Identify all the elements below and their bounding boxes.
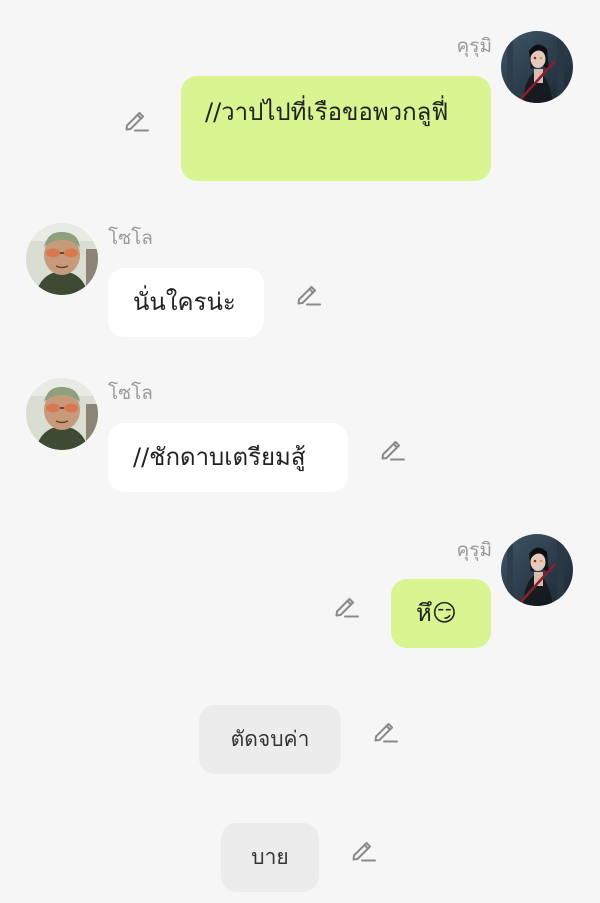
pencil-edit-icon[interactable] (122, 106, 150, 134)
sender-name: คุรุมิ (456, 539, 492, 561)
zoro-avatar-icon[interactable] (26, 378, 98, 450)
pencil-edit-icon[interactable] (332, 592, 360, 620)
sender-name: โซโล (108, 227, 153, 249)
message-bubble[interactable]: //วาปไปที่เรือขอพวกลูฟี่ (181, 76, 491, 181)
pencil-edit-icon[interactable] (378, 435, 406, 463)
sender-name: คุรุมิ (456, 35, 492, 57)
message-bubble[interactable]: //ชักดาบเตรียมสู้ (108, 423, 348, 492)
zoro-avatar-icon[interactable] (26, 223, 98, 295)
chat-message-1: คุรุมิ //วาปไปที่เรือขอพวกลูฟี่ (0, 0, 600, 190)
pencil-edit-icon[interactable] (294, 280, 322, 308)
message-bubble[interactable]: หึ😏 (391, 579, 491, 648)
message-bubble[interactable]: ตัดจบค่า (199, 705, 341, 774)
message-bubble[interactable]: นั่นใครน่ะ (108, 268, 264, 337)
sender-name: โซโล (108, 382, 153, 404)
chat-message-4: คุรุมิ หึ😏 (0, 500, 600, 660)
chat-message-2: โซโล นั่นใครน่ะ (0, 190, 600, 345)
pencil-edit-icon[interactable] (349, 836, 377, 864)
chat-message-3: โซโล //ชักดาบเตรียมสู้ (0, 345, 600, 500)
message-bubble[interactable]: บาย (221, 823, 319, 892)
chat-message-5: ตัดจบค่า (0, 690, 600, 790)
pencil-edit-icon[interactable] (371, 717, 399, 745)
chat-message-6: บาย (0, 810, 600, 903)
kurumi-avatar-icon[interactable] (501, 31, 573, 103)
kurumi-avatar-icon[interactable] (501, 534, 573, 606)
